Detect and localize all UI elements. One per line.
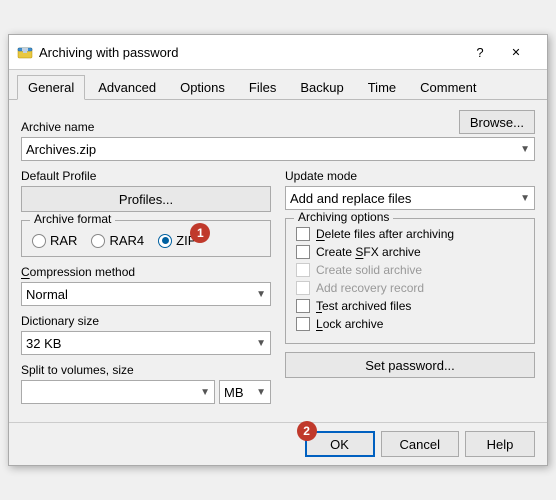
default-profile-label: Default Profile bbox=[21, 169, 271, 183]
help-button[interactable]: Help bbox=[465, 431, 535, 457]
radio-rar4[interactable]: RAR4 bbox=[91, 233, 144, 248]
right-column: Update mode Add and replace files ▼ Arch… bbox=[285, 169, 535, 412]
checkbox-lock-archive-label: Lock archive bbox=[316, 317, 383, 331]
radio-rar4-circle bbox=[91, 234, 105, 248]
archive-name-arrow: ▼ bbox=[520, 144, 530, 155]
checkbox-create-sfx[interactable] bbox=[296, 245, 310, 259]
tab-time[interactable]: Time bbox=[357, 75, 407, 100]
option-lock-archive[interactable]: Lock archive bbox=[296, 317, 524, 331]
option-test-archived[interactable]: Test archived files bbox=[296, 299, 524, 313]
archive-format-options: RAR RAR4 ZIP 1 bbox=[32, 233, 260, 248]
archive-format-label: Archive format bbox=[30, 212, 115, 226]
radio-zip[interactable]: ZIP 1 bbox=[158, 233, 196, 248]
archive-name-row: Archive name Browse... Archives.zip ▼ bbox=[21, 110, 535, 161]
update-mode-row: Update mode Add and replace files ▼ bbox=[285, 169, 535, 210]
split-volumes-unit-dropdown[interactable]: MB ▼ bbox=[219, 380, 271, 404]
checkbox-delete-files-label: Delete files after archiving bbox=[316, 227, 454, 241]
compression-method-label: Compression method bbox=[21, 265, 271, 279]
dictionary-size-row: Dictionary size 32 KB ▼ bbox=[21, 314, 271, 355]
split-volumes-unit: MB bbox=[224, 385, 244, 400]
option-recovery-record: Add recovery record bbox=[296, 281, 524, 295]
dictionary-size-label: Dictionary size bbox=[21, 314, 271, 328]
checkbox-create-sfx-label: Create SFX archive bbox=[316, 245, 421, 259]
split-volumes-arrow: ▼ bbox=[200, 387, 210, 398]
tabs-bar: General Advanced Options Files Backup Ti… bbox=[9, 70, 547, 100]
compression-method-row: Compression method Normal ▼ bbox=[21, 265, 271, 306]
tab-backup[interactable]: Backup bbox=[289, 75, 354, 100]
radio-rar4-label: RAR4 bbox=[109, 233, 144, 248]
radio-rar-label: RAR bbox=[50, 233, 77, 248]
tab-comment[interactable]: Comment bbox=[409, 75, 487, 100]
profiles-button[interactable]: Profiles... bbox=[21, 186, 271, 212]
left-column: Default Profile Profiles... Archive form… bbox=[21, 169, 271, 412]
checkbox-solid-archive-label: Create solid archive bbox=[316, 263, 422, 277]
compression-method-value: Normal bbox=[26, 287, 68, 302]
archive-name-value: Archives.zip bbox=[26, 142, 96, 157]
update-mode-label: Update mode bbox=[285, 169, 535, 183]
help-icon-titlebar[interactable]: ? bbox=[467, 41, 493, 63]
dictionary-size-arrow: ▼ bbox=[256, 338, 266, 349]
archive-name-label: Archive name bbox=[21, 120, 94, 134]
app-icon bbox=[17, 44, 33, 60]
close-button[interactable]: ✕ bbox=[493, 41, 539, 63]
dictionary-size-dropdown[interactable]: 32 KB ▼ bbox=[21, 331, 271, 355]
option-delete-files[interactable]: Delete files after archiving bbox=[296, 227, 524, 241]
archiving-options-label: Archiving options bbox=[294, 210, 393, 224]
checkbox-solid-archive bbox=[296, 263, 310, 277]
archive-name-dropdown[interactable]: Archives.zip ▼ bbox=[21, 137, 535, 161]
cancel-button[interactable]: Cancel bbox=[381, 431, 459, 457]
dictionary-size-value: 32 KB bbox=[26, 336, 61, 351]
set-password-row: Set password... bbox=[285, 352, 535, 378]
radio-rar[interactable]: RAR bbox=[32, 233, 77, 248]
checkbox-lock-archive[interactable] bbox=[296, 317, 310, 331]
tab-advanced[interactable]: Advanced bbox=[87, 75, 167, 100]
split-volumes-label: Split to volumes, size bbox=[21, 363, 271, 377]
radio-zip-dot bbox=[162, 237, 169, 244]
split-volumes-unit-arrow: ▼ bbox=[256, 387, 266, 398]
archiving-options-group: Archiving options Delete files after arc… bbox=[285, 218, 535, 344]
split-volumes-value-dropdown[interactable]: ▼ bbox=[21, 380, 215, 404]
tab-options[interactable]: Options bbox=[169, 75, 236, 100]
checkbox-recovery-record bbox=[296, 281, 310, 295]
option-create-sfx[interactable]: Create SFX archive bbox=[296, 245, 524, 259]
default-profile-row: Default Profile Profiles... bbox=[21, 169, 271, 212]
update-mode-value: Add and replace files bbox=[290, 191, 411, 206]
tab-general[interactable]: General bbox=[17, 75, 85, 100]
split-volumes-inputs: ▼ MB ▼ bbox=[21, 380, 271, 404]
checkbox-test-archived[interactable] bbox=[296, 299, 310, 313]
radio-rar-circle bbox=[32, 234, 46, 248]
title-bar: Archiving with password ? ✕ bbox=[9, 35, 547, 70]
content-area: Archive name Browse... Archives.zip ▼ De… bbox=[9, 100, 547, 422]
badge-1: 1 bbox=[190, 223, 210, 243]
option-solid-archive: Create solid archive bbox=[296, 263, 524, 277]
badge-2: 2 bbox=[297, 421, 317, 441]
bottom-buttons: OK 2 Cancel Help bbox=[9, 422, 547, 465]
checkbox-delete-files[interactable] bbox=[296, 227, 310, 241]
checkbox-test-archived-label: Test archived files bbox=[316, 299, 411, 313]
tab-files[interactable]: Files bbox=[238, 75, 287, 100]
two-column-section: Default Profile Profiles... Archive form… bbox=[21, 169, 535, 412]
checkbox-recovery-record-label: Add recovery record bbox=[316, 281, 424, 295]
archive-format-group: Archive format RAR RAR4 bbox=[21, 220, 271, 257]
update-mode-arrow: ▼ bbox=[520, 193, 530, 204]
browse-button[interactable]: Browse... bbox=[459, 110, 535, 134]
compression-method-dropdown[interactable]: Normal ▼ bbox=[21, 282, 271, 306]
dialog-window: Archiving with password ? ✕ General Adva… bbox=[8, 34, 548, 466]
radio-zip-circle bbox=[158, 234, 172, 248]
ok-button-container: OK 2 bbox=[305, 431, 375, 457]
compression-method-arrow: ▼ bbox=[256, 289, 266, 300]
split-volumes-row: Split to volumes, size ▼ MB ▼ bbox=[21, 363, 271, 404]
update-mode-dropdown[interactable]: Add and replace files ▼ bbox=[285, 186, 535, 210]
set-password-button[interactable]: Set password... bbox=[285, 352, 535, 378]
title-bar-text: Archiving with password bbox=[39, 45, 467, 60]
